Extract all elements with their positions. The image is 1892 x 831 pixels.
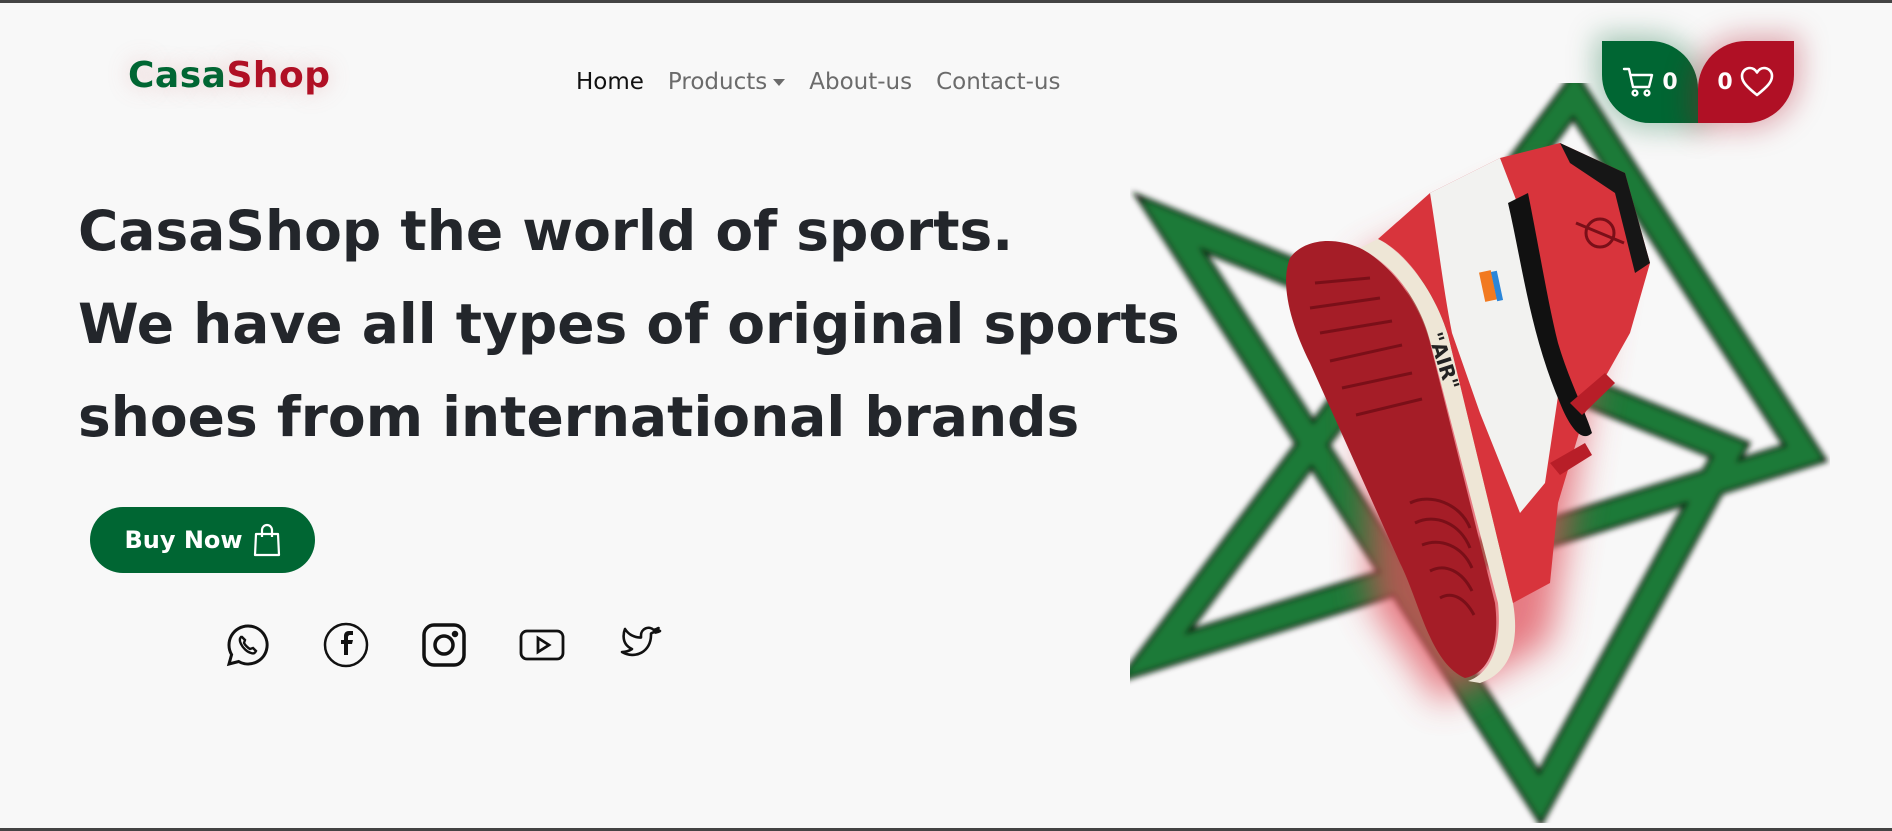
hero-line-2: We have all types of original sports	[78, 292, 1180, 356]
chevron-down-icon	[773, 78, 786, 86]
hero-line-3: shoes from international brands	[78, 385, 1080, 449]
nav-products[interactable]: Products	[667, 69, 786, 95]
main-nav: Home Products About-us Contact-us	[576, 69, 1060, 95]
instagram-icon[interactable]	[420, 621, 468, 669]
brand-logo[interactable]: CasaShop	[128, 55, 331, 96]
buy-now-button[interactable]: Buy Now	[90, 507, 315, 573]
hero-headline: CasaShop the world of sports. We have al…	[78, 185, 1228, 464]
shopping-bag-icon	[253, 523, 280, 557]
nav-home[interactable]: Home	[576, 69, 644, 95]
nav-about[interactable]: About-us	[809, 69, 912, 95]
social-links	[224, 621, 664, 669]
whatsapp-icon[interactable]	[224, 621, 272, 669]
twitter-icon[interactable]	[616, 621, 664, 669]
hero-line-1: CasaShop the world of sports.	[78, 199, 1014, 263]
brand-logo-part1: Casa	[128, 55, 227, 96]
buy-now-label: Buy Now	[124, 526, 243, 554]
nav-products-label: Products	[667, 69, 768, 95]
nav-contact[interactable]: Contact-us	[936, 69, 1060, 95]
brand-logo-part2: Shop	[226, 55, 331, 96]
hero-image: "AIR"	[1114, 68, 1830, 828]
facebook-icon[interactable]	[322, 621, 370, 669]
youtube-icon[interactable]	[518, 621, 566, 669]
